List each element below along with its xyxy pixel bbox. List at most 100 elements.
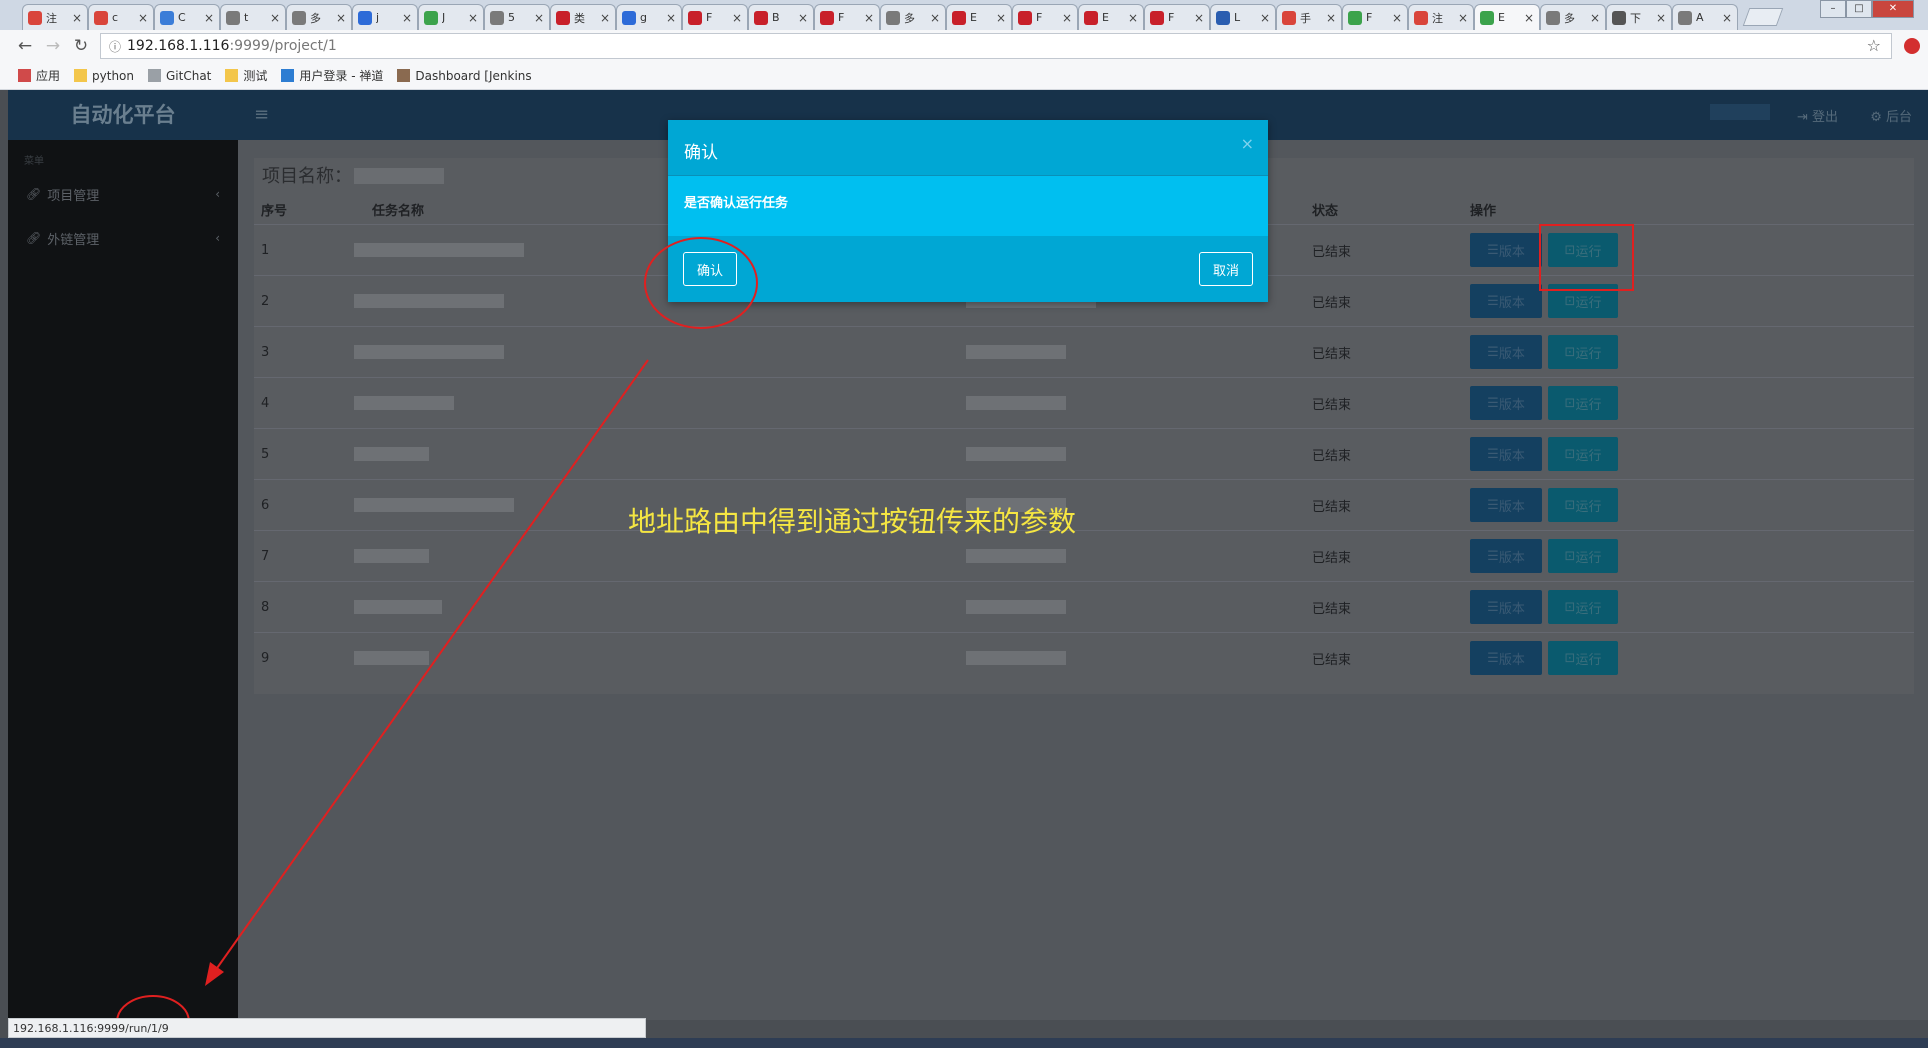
tab-close-icon[interactable]: × xyxy=(1062,11,1072,25)
browser-tab[interactable]: 多 × xyxy=(286,4,352,30)
browser-tab[interactable]: E × xyxy=(1474,4,1540,30)
browser-tab[interactable]: F × xyxy=(682,4,748,30)
browser-tab[interactable]: A × xyxy=(1672,4,1738,30)
browser-tab[interactable]: L × xyxy=(1210,4,1276,30)
bookmark-item[interactable]: 用户登录 - 禅道 xyxy=(281,67,383,84)
tab-close-icon[interactable]: × xyxy=(1326,11,1336,25)
tab-close-icon[interactable]: × xyxy=(72,11,82,25)
tab-close-icon[interactable]: × xyxy=(732,11,742,25)
browser-tab[interactable]: 注 × xyxy=(22,4,88,30)
browser-tab[interactable]: B × xyxy=(748,4,814,30)
tab-close-icon[interactable]: × xyxy=(270,11,280,25)
new-tab-button[interactable] xyxy=(1742,8,1784,26)
tab-close-icon[interactable]: × xyxy=(1194,11,1204,25)
tab-close-icon[interactable]: × xyxy=(798,11,808,25)
run-button[interactable]: ⊡ 运行 xyxy=(1548,539,1618,573)
version-button[interactable]: ☰ 版本 xyxy=(1470,284,1542,318)
menu-heading: 菜单 xyxy=(24,156,44,167)
version-button[interactable]: ☰ 版本 xyxy=(1470,488,1542,522)
bookmark-star-icon[interactable]: ☆ xyxy=(1867,36,1881,55)
minimize-button[interactable]: – xyxy=(1820,0,1846,18)
confirm-button[interactable]: 确认 xyxy=(683,252,737,286)
tab-close-icon[interactable]: × xyxy=(204,11,214,25)
folder-icon xyxy=(74,69,88,82)
tab-close-icon[interactable]: × xyxy=(1458,11,1468,25)
version-button[interactable]: ☰ 版本 xyxy=(1470,437,1542,471)
browser-tab[interactable]: t × xyxy=(220,4,286,30)
bookmark-item[interactable]: python xyxy=(74,69,134,83)
version-button[interactable]: ☰ 版本 xyxy=(1470,539,1542,573)
extension-icon[interactable] xyxy=(1904,38,1920,54)
version-button[interactable]: ☰ 版本 xyxy=(1470,386,1542,420)
tab-close-icon[interactable]: × xyxy=(930,11,940,25)
browser-tab[interactable]: F × xyxy=(814,4,880,30)
cancel-button[interactable]: 取消 xyxy=(1199,252,1253,286)
bookmark-item[interactable]: 应用 xyxy=(18,67,60,84)
maximize-button[interactable]: □ xyxy=(1846,0,1872,18)
browser-tab[interactable]: 下 × xyxy=(1606,4,1672,30)
sidebar-item-project-management[interactable]: 🔗︎ 项目管理 ‹ xyxy=(8,172,238,216)
tab-close-icon[interactable]: × xyxy=(336,11,346,25)
tab-close-icon[interactable]: × xyxy=(1392,11,1402,25)
modal-close-icon[interactable]: × xyxy=(1241,134,1254,153)
run-button[interactable]: ⊡ 运行 xyxy=(1548,386,1618,420)
version-button[interactable]: ☰ 版本 xyxy=(1470,335,1542,369)
browser-tab[interactable]: E × xyxy=(1078,4,1144,30)
tab-close-icon[interactable]: × xyxy=(534,11,544,25)
tab-close-icon[interactable]: × xyxy=(864,11,874,25)
browser-tab[interactable]: 手 × xyxy=(1276,4,1342,30)
window-close-button[interactable]: ✕ xyxy=(1872,0,1914,18)
run-button[interactable]: ⊡ 运行 xyxy=(1548,335,1618,369)
browser-tab[interactable]: E × xyxy=(946,4,1012,30)
forward-button[interactable]: → xyxy=(42,36,64,56)
hamburger-menu-icon[interactable]: ≡ xyxy=(254,104,269,125)
run-button[interactable]: ⊡ 运行 xyxy=(1548,437,1618,471)
tab-close-icon[interactable]: × xyxy=(666,11,676,25)
browser-tab[interactable]: F × xyxy=(1342,4,1408,30)
run-button[interactable]: ⊡ 运行 xyxy=(1548,488,1618,522)
row-number: 4 xyxy=(261,395,270,411)
back-button[interactable]: ← xyxy=(14,36,36,56)
bookmark-item[interactable]: GitChat xyxy=(148,69,211,83)
run-button[interactable]: ⊡ 运行 xyxy=(1548,641,1618,675)
tab-close-icon[interactable]: × xyxy=(1722,11,1732,25)
tab-close-icon[interactable]: × xyxy=(1590,11,1600,25)
admin-label: 后台 xyxy=(1885,110,1912,125)
browser-tab[interactable]: 多 × xyxy=(1540,4,1606,30)
tab-close-icon[interactable]: × xyxy=(1656,11,1666,25)
version-button[interactable]: ☰ 版本 xyxy=(1470,590,1542,624)
version-button[interactable]: ☰ 版本 xyxy=(1470,233,1542,267)
tab-close-icon[interactable]: × xyxy=(600,11,610,25)
browser-tab[interactable]: g × xyxy=(616,4,682,30)
tab-close-icon[interactable]: × xyxy=(1260,11,1270,25)
version-button[interactable]: ☰ 版本 xyxy=(1470,641,1542,675)
tab-close-icon[interactable]: × xyxy=(1128,11,1138,25)
tab-close-icon[interactable]: × xyxy=(1524,11,1534,25)
run-button[interactable]: ⊡ 运行 xyxy=(1548,590,1618,624)
admin-link[interactable]: ⚙ 后台 xyxy=(1870,106,1912,125)
address-bar[interactable]: ⓘ 192.168.1.116:9999/project/1 ☆ xyxy=(100,33,1892,59)
browser-tab[interactable]: 多 × xyxy=(880,4,946,30)
browser-tab[interactable]: j × xyxy=(352,4,418,30)
browser-tab[interactable]: C × xyxy=(154,4,220,30)
tab-close-icon[interactable]: × xyxy=(996,11,1006,25)
tab-close-icon[interactable]: × xyxy=(138,11,148,25)
tab-close-icon[interactable]: × xyxy=(468,11,478,25)
run-button[interactable]: ⊡ 运行 xyxy=(1548,233,1618,267)
tab-close-icon[interactable]: × xyxy=(402,11,412,25)
run-button[interactable]: ⊡ 运行 xyxy=(1548,284,1618,318)
brand-logo[interactable]: 自动化平台 xyxy=(8,90,238,140)
browser-tab[interactable]: 注 × xyxy=(1408,4,1474,30)
logout-link[interactable]: ⇥ 登出 xyxy=(1797,106,1838,125)
browser-tab[interactable]: J × xyxy=(418,4,484,30)
browser-tab[interactable]: 5 × xyxy=(484,4,550,30)
browser-tab[interactable]: F × xyxy=(1144,4,1210,30)
sidebar-item-link-management[interactable]: 🔗︎ 外链管理 ‹ xyxy=(8,216,238,260)
browser-tab[interactable]: F × xyxy=(1012,4,1078,30)
bookmark-item[interactable]: 测试 xyxy=(225,67,267,84)
browser-tab[interactable]: c × xyxy=(88,4,154,30)
bookmark-item[interactable]: Dashboard [Jenkins xyxy=(397,69,532,83)
browser-tab[interactable]: 类 × xyxy=(550,4,616,30)
reload-button[interactable]: ↻ xyxy=(70,36,92,56)
os-taskbar xyxy=(0,1038,1928,1048)
